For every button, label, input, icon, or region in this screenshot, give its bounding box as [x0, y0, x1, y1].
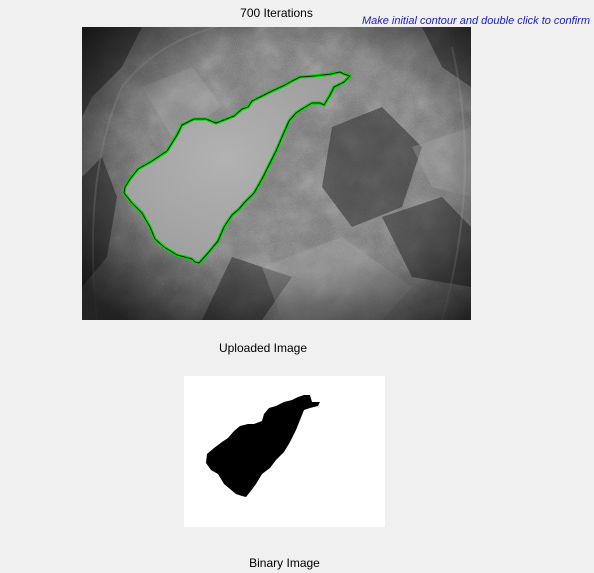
binary-image-caption: Binary Image	[249, 556, 320, 570]
binary-image[interactable]	[184, 376, 385, 527]
uploaded-image-caption: Uploaded Image	[218, 341, 308, 355]
instruction-text: Make initial contour and double click to…	[361, 15, 590, 27]
uploaded-image[interactable]	[82, 27, 471, 320]
